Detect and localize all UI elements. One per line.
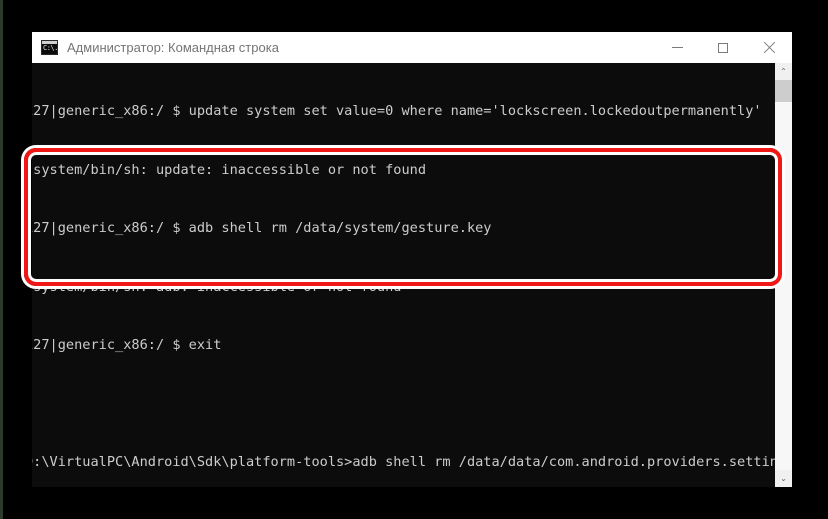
console-line: 127|generic_x86:/ $ exit — [32, 337, 222, 353]
console-icon-label: C:\. — [43, 44, 58, 52]
console-output-area[interactable]: 127|generic_x86:/ $ update system set va… — [32, 63, 792, 487]
vertical-scrollbar[interactable]: ⌃ ⌄ — [775, 63, 792, 487]
console-line: /system/bin/sh: update: inaccessible or … — [32, 161, 427, 178]
close-icon — [763, 42, 775, 54]
window-title: Администратор: Командная строка — [67, 40, 279, 55]
console-line: /system/bin/sh: adb: inaccessible or not… — [32, 278, 402, 295]
console-icon: C:\. — [41, 40, 58, 55]
close-button[interactable] — [746, 32, 792, 63]
minimize-icon — [671, 47, 683, 48]
console-line: D:\VirtualPC\Android\Sdk\platform-tools>… — [32, 454, 792, 470]
command-prompt-window: C:\. Администратор: Командная строка 127… — [32, 32, 792, 487]
maximize-icon — [718, 42, 728, 53]
page-left-edge — [0, 0, 3, 519]
console-line: 127|generic_x86:/ $ adb shell rm /data/s… — [32, 220, 492, 236]
console-line: 127|generic_x86:/ $ update system set va… — [32, 103, 762, 119]
minimize-button[interactable] — [654, 32, 700, 63]
scrollbar-thumb[interactable] — [775, 80, 792, 102]
window-controls — [654, 32, 792, 63]
screen-root: C:\. Администратор: Командная строка 127… — [0, 0, 828, 519]
window-titlebar[interactable]: C:\. Администратор: Командная строка — [32, 32, 792, 63]
maximize-button[interactable] — [700, 32, 746, 63]
scroll-down-arrow-icon[interactable]: ⌄ — [775, 470, 792, 487]
scroll-up-arrow-icon[interactable]: ⌃ — [775, 63, 792, 80]
console-text-block: 127|generic_x86:/ $ update system set va… — [32, 63, 792, 487]
scrollbar-track[interactable] — [775, 80, 792, 470]
